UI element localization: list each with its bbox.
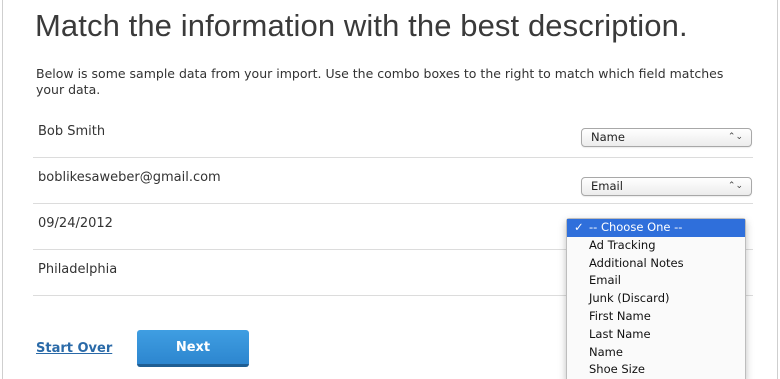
dropdown-option[interactable]: First Name	[567, 308, 745, 326]
option-label: Junk (Discard)	[589, 291, 670, 306]
option-label: First Name	[589, 308, 651, 323]
combo-selected-value: Email	[591, 179, 623, 193]
option-label: Ad Tracking	[589, 237, 656, 252]
dropdown-option[interactable]: Email	[567, 272, 745, 290]
field-combo-box[interactable]: Name ⌃⌄	[581, 128, 752, 147]
dropdown-option[interactable]: Shoe Size	[567, 361, 745, 379]
dropdown-option[interactable]: Junk (Discard)	[567, 290, 745, 308]
option-label: Last Name	[589, 326, 651, 341]
wizard-actions: Start Over Next	[36, 330, 336, 370]
dropdown-option[interactable]: ✓ -- Choose One --	[567, 219, 745, 237]
sample-value: 09/24/2012	[38, 216, 113, 231]
intro-text: Below is some sample data from your impo…	[36, 66, 724, 97]
dropdown-option[interactable]: Ad Tracking	[567, 237, 745, 255]
start-over-link[interactable]: Start Over	[36, 341, 112, 356]
sample-value: Philadelphia	[38, 262, 118, 277]
dropdown-option[interactable]: Last Name	[567, 326, 745, 344]
mapping-row: boblikesaweber@gmail.com Email ⌃⌄	[33, 158, 753, 204]
option-label: Shoe Size	[589, 362, 645, 377]
combo-selected-value: Name	[591, 130, 625, 144]
option-label: Additional Notes	[589, 255, 684, 270]
option-label: Name	[589, 344, 623, 359]
up-down-arrows-icon: ⌃⌄	[727, 181, 743, 191]
field-combo-box[interactable]: Email ⌃⌄	[581, 177, 752, 196]
mapping-row: Bob Smith Name ⌃⌄	[33, 112, 753, 158]
dropdown-option[interactable]: Name	[567, 344, 745, 362]
sample-value: boblikesaweber@gmail.com	[38, 170, 221, 185]
field-options-dropdown[interactable]: ✓ -- Choose One -- Ad Tracking Additiona…	[566, 218, 746, 379]
page-title: Match the information with the best desc…	[35, 8, 688, 43]
checkmark-icon: ✓	[574, 220, 584, 234]
option-label: Email	[589, 273, 621, 288]
next-button[interactable]: Next	[137, 330, 249, 367]
sample-value: Bob Smith	[38, 124, 106, 139]
dropdown-option[interactable]: Additional Notes	[567, 255, 745, 273]
up-down-arrows-icon: ⌃⌄	[727, 132, 743, 142]
option-label: -- Choose One --	[589, 220, 683, 234]
